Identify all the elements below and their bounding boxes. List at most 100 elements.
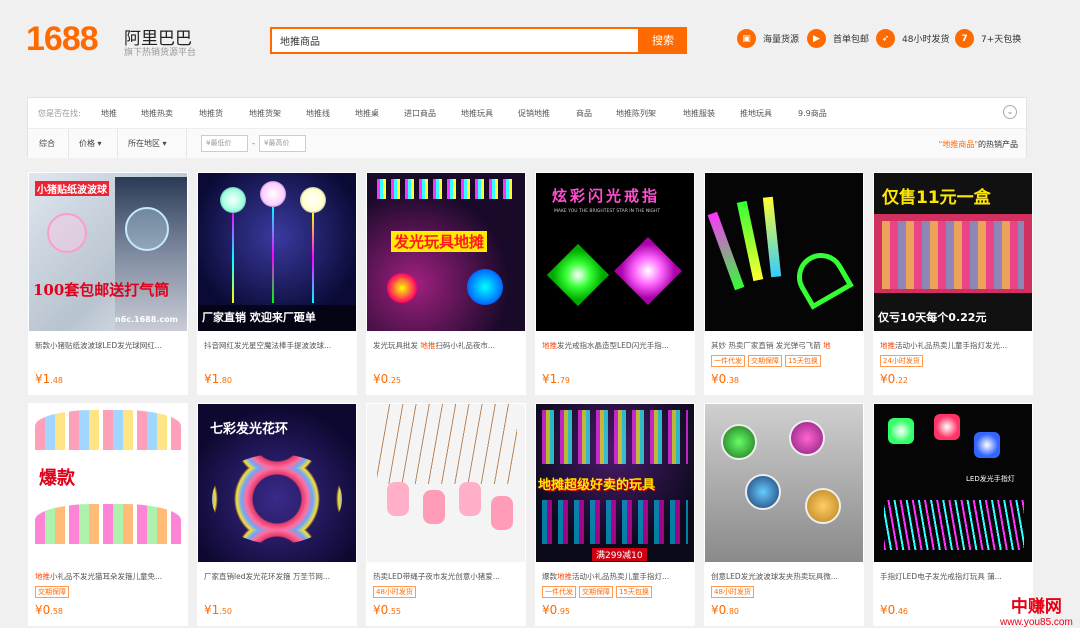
price-dash: -: [252, 139, 255, 148]
image-caption: 100套包邮送打气筒: [33, 281, 170, 299]
feature-48h-delivery[interactable]: ➶ 48小时发货: [876, 29, 949, 48]
image-caption: 仅亏10天每个0.22元: [878, 311, 987, 324]
keyword-link[interactable]: 地推货架: [249, 108, 281, 119]
product-card[interactable]: 创意LED发光波波球发夹热卖玩具微... 48小时发货 ¥0.80: [704, 403, 864, 626]
product-title[interactable]: 手指灯LED电子发光戒指灯玩具 蒲...: [880, 571, 1028, 582]
product-title[interactable]: 热卖LED带绳子夜市发光创意小猪爱...: [373, 571, 521, 582]
product-card[interactable]: 七彩发光花环 厂家直销led发光花环发箍 万圣节网... ¥1.50: [197, 403, 357, 626]
product-image[interactable]: 爆款: [29, 404, 187, 562]
stick-shape: [272, 207, 274, 303]
product-title[interactable]: 发光玩具批发 地推扫码小礼品夜市...: [373, 340, 521, 351]
keyword-link[interactable]: 地推货: [199, 108, 223, 119]
keyword-link[interactable]: 地推: [101, 108, 117, 119]
product-card[interactable]: 厂家直销 欢迎来厂砸单 抖音网红发光星空魔法棒手提波波球... ¥1.80: [197, 172, 357, 395]
product-card[interactable]: 炫彩闪光戒指 MAKE YOU THE BRIGHTEST STAR IN TH…: [535, 172, 695, 395]
sort-all[interactable]: 综合: [39, 129, 55, 158]
product-image[interactable]: 厂家直销 欢迎来厂砸单: [198, 173, 356, 331]
watermark: 中赚网 www.you85.com: [1000, 592, 1073, 628]
pig-toy-shape: [423, 490, 445, 524]
keyword-link[interactable]: 进口商品: [404, 108, 436, 119]
product-price: ¥0.55: [373, 603, 401, 617]
ball-shape: [789, 420, 825, 456]
feature-huge-supply[interactable]: ▣ 海量货源: [737, 29, 799, 48]
keyword-link[interactable]: 地推服装: [683, 108, 715, 119]
keyword-link[interactable]: 9.9商品: [798, 108, 827, 119]
price-min-input[interactable]: ¥最低价: [201, 135, 248, 152]
product-image[interactable]: 地摊超级好卖的玩具 满299减10: [536, 404, 694, 562]
image-caption: 炫彩闪光戒指: [552, 187, 661, 205]
product-price: ¥0.58: [35, 603, 63, 617]
ball-shape: [805, 488, 841, 524]
feature-label: 首单包邮: [833, 35, 870, 45]
product-card[interactable]: 仅售11元一盒 仅亏10天每个0.22元 地推活动小礼品热卖儿童手指灯发光...…: [873, 172, 1033, 395]
product-image[interactable]: 仅售11元一盒 仅亏10天每个0.22元: [874, 173, 1032, 331]
title-highlight: 地推: [35, 572, 50, 581]
keyword-link[interactable]: 促销地推: [518, 108, 550, 119]
light-beams: [884, 500, 1024, 550]
price-dec: .25: [388, 376, 402, 385]
keyword-link[interactable]: 商品: [576, 108, 592, 119]
product-card[interactable]: 爆款 地推小礼品不发光猫耳朵发箍儿童免... 交期保障 ¥0.58: [28, 403, 188, 626]
product-price: ¥0.95: [542, 603, 570, 617]
search-input[interactable]: [272, 29, 638, 52]
related-keywords: 您是否在找: 地推 地推热卖 地推货 地推货架 地推线 地推桌 进口商品 地推玩…: [28, 98, 1026, 128]
product-title[interactable]: 地推活动小礼品热卖儿童手指灯发光...: [880, 340, 1028, 351]
product-card[interactable]: 地摊超级好卖的玩具 满299减10 爆款地推活动小礼品热卖儿童手指灯... 一件…: [535, 403, 695, 626]
product-image[interactable]: [367, 404, 525, 562]
product-image[interactable]: 炫彩闪光戒指 MAKE YOU THE BRIGHTEST STAR IN TH…: [536, 173, 694, 331]
tag: 交期保障: [579, 586, 613, 598]
image-caption: 小猪贴纸波波球: [35, 181, 109, 196]
keyword-link[interactable]: 地推热卖: [141, 108, 173, 119]
product-image[interactable]: 小猪贴纸波波球 100套包邮送打气筒 n6c.1688.com: [29, 173, 187, 331]
keyword-link[interactable]: 地推线: [306, 108, 330, 119]
ring-shape: [614, 237, 682, 305]
product-image[interactable]: [705, 404, 863, 562]
currency: ¥: [880, 603, 888, 617]
product-title[interactable]: 创意LED发光波波球发夹热卖玩具微...: [711, 571, 859, 582]
sort-price[interactable]: 价格 ▾: [79, 129, 102, 158]
logo-1688[interactable]: 1688: [26, 20, 99, 59]
product-card[interactable]: 热卖LED带绳子夜市发光创意小猪爱... 48小时发货 ¥0.55: [366, 403, 526, 626]
product-image[interactable]: LED发光手指灯: [874, 404, 1032, 562]
keyword-link[interactable]: 地推桌: [355, 108, 379, 119]
title-text: 其妙 热卖厂家直销 发光弹弓飞箭: [711, 341, 824, 350]
keyword-link[interactable]: 推地玩具: [740, 108, 772, 119]
sort-region[interactable]: 所在地区 ▾: [128, 129, 167, 158]
box-icon: ▣: [737, 29, 756, 48]
headband-row: [35, 410, 181, 450]
product-image[interactable]: 发光玩具地摊: [367, 173, 525, 331]
balloon-shape: [47, 213, 87, 253]
caret-down-icon: ▾: [97, 139, 102, 148]
lights-strip: [542, 410, 688, 464]
price-dec: .55: [388, 607, 402, 616]
feature-label: 48小时发货: [902, 35, 950, 45]
product-title[interactable]: 其妙 热卖厂家直销 发光弹弓飞箭 地: [711, 340, 859, 351]
product-card[interactable]: 其妙 热卖厂家直销 发光弹弓飞箭 地 一件代发 交期保障 15天包换 ¥0.38: [704, 172, 864, 395]
search-button[interactable]: 搜索: [639, 27, 687, 54]
product-title[interactable]: 地推发光戒指水晶造型LED闪光手指...: [542, 340, 690, 351]
truck-icon: ▶: [807, 29, 826, 48]
currency: ¥: [880, 372, 888, 386]
feature-free-shipping[interactable]: ▶ 首单包邮: [807, 29, 869, 48]
product-card[interactable]: 发光玩具地摊 发光玩具批发 地推扫码小礼品夜市... ¥0.25: [366, 172, 526, 395]
keyword-link[interactable]: 地推玩具: [461, 108, 493, 119]
keyword-link[interactable]: 地推陈列架: [616, 108, 656, 119]
image-caption: 七彩发光花环: [210, 422, 289, 437]
product-image[interactable]: 七彩发光花环: [198, 404, 356, 562]
currency: ¥: [373, 603, 381, 617]
feature-7day-exchange[interactable]: 7 7+天包换: [955, 29, 1021, 48]
tag-list: 48小时发货: [373, 586, 416, 598]
product-title[interactable]: 地推小礼品不发光猫耳朵发箍儿童免...: [35, 571, 183, 582]
product-title[interactable]: 抖音网红发光星空魔法棒手提波波球...: [204, 340, 352, 351]
currency: ¥: [711, 372, 719, 386]
product-image[interactable]: [705, 173, 863, 331]
search-box[interactable]: [270, 27, 640, 54]
strings-shape: [377, 404, 517, 484]
chevron-down-icon[interactable]: ⌄: [1003, 105, 1017, 119]
product-title[interactable]: 新款小猪贴纸波波球LED发光球网红...: [35, 340, 183, 351]
product-card[interactable]: 小猪贴纸波波球 100套包邮送打气筒 n6c.1688.com 新款小猪贴纸波波…: [28, 172, 188, 395]
title-highlight: 地: [823, 341, 831, 350]
product-title[interactable]: 爆款地推活动小礼品热卖儿童手指灯...: [542, 571, 690, 582]
product-title[interactable]: 厂家直销led发光花环发箍 万圣节网...: [204, 571, 352, 582]
price-max-input[interactable]: ¥最高价: [259, 135, 306, 152]
